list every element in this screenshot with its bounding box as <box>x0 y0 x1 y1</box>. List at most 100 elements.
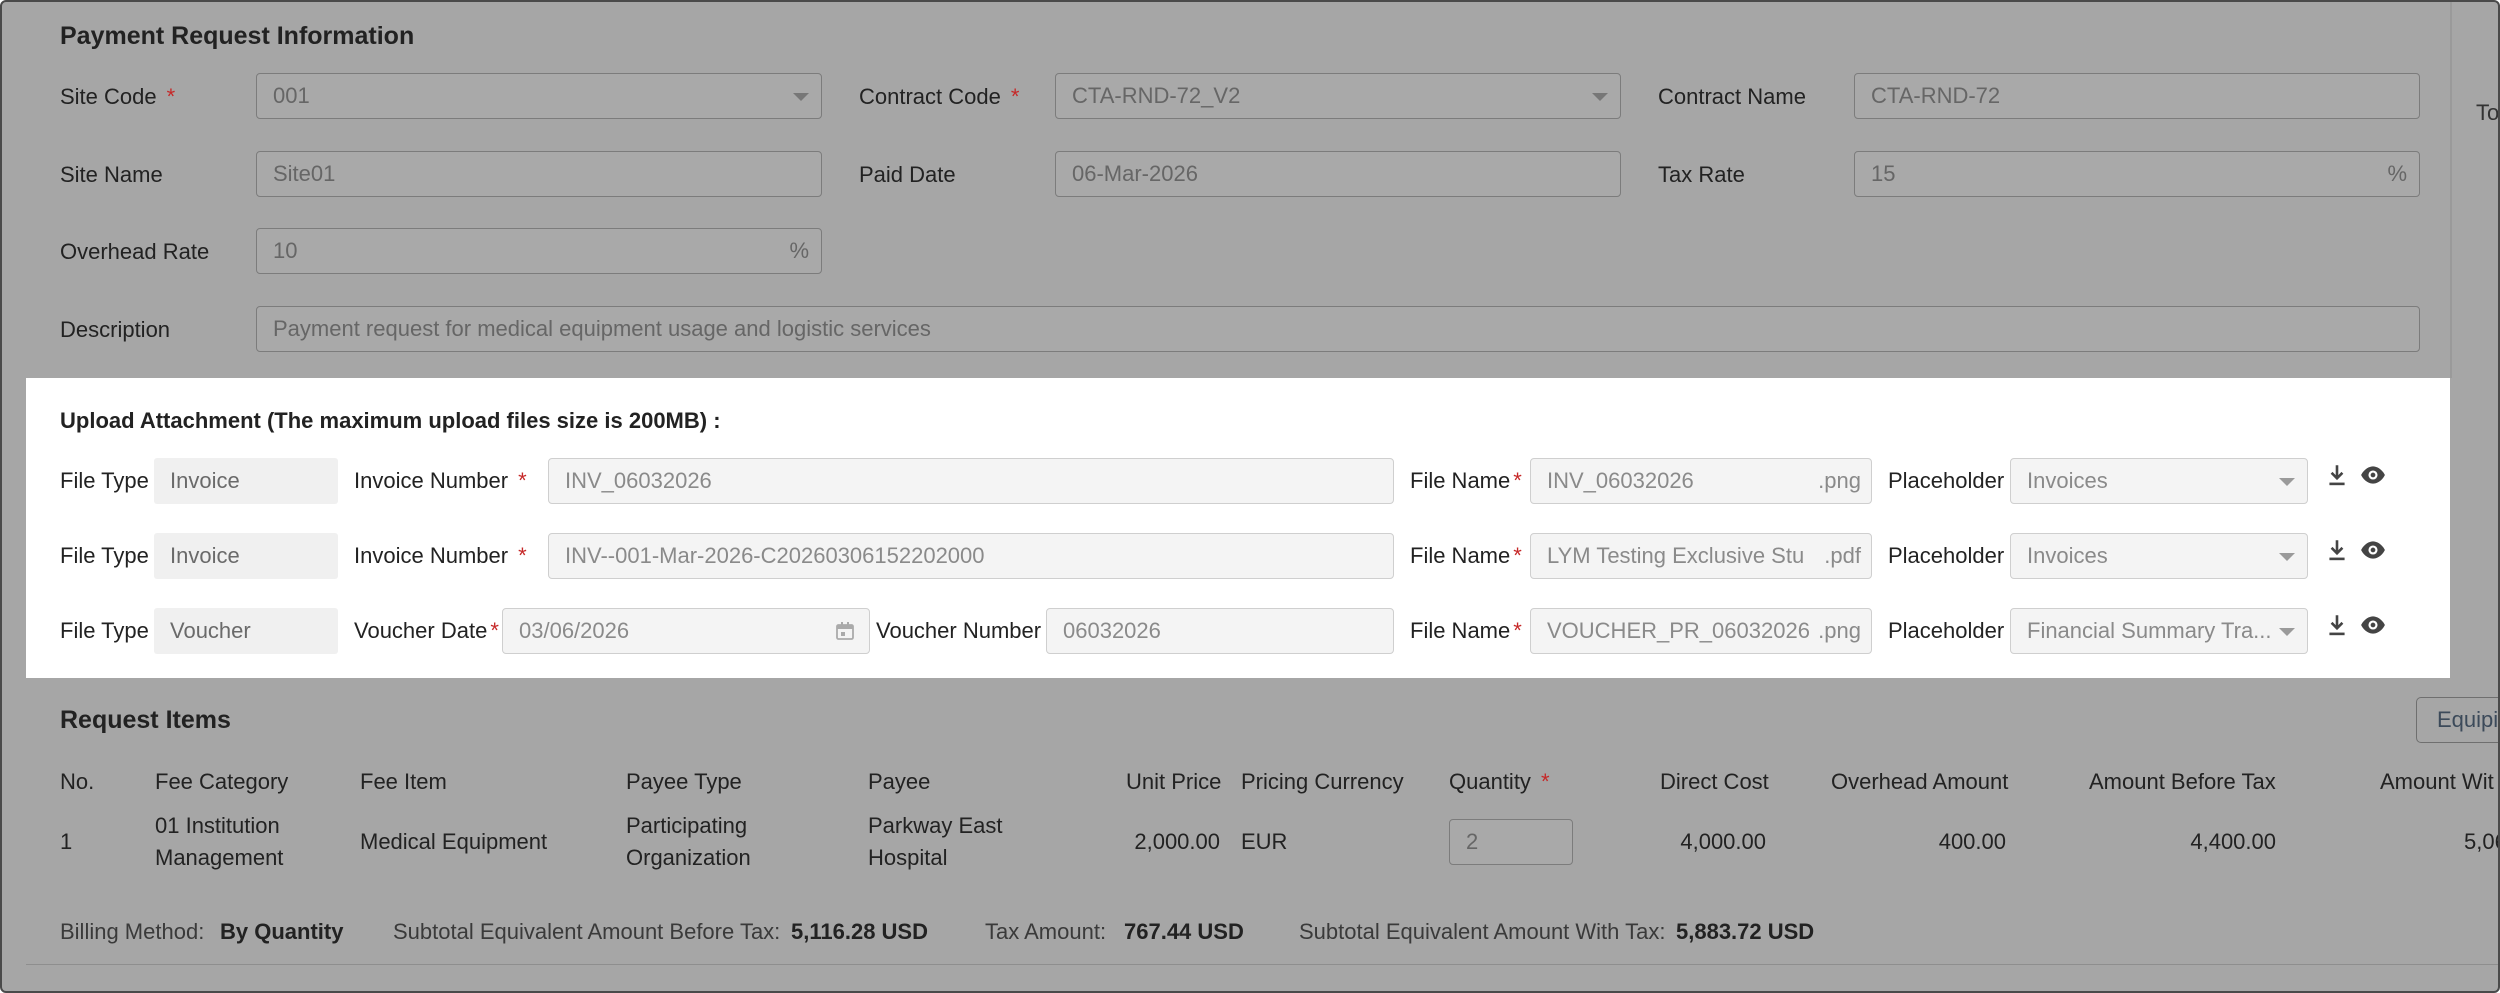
file-name-input[interactable]: LYM Testing Exclusive Stu .pdf <box>1530 533 1872 579</box>
contract-code-select[interactable]: CTA-RND-72_V2 <box>1055 73 1621 119</box>
col-quantity: Quantity * <box>1449 769 1550 794</box>
cell-payee-type: Participating Organization <box>626 813 751 870</box>
cell-unit-price: 2,000.00 <box>1134 829 1220 854</box>
file-extension: .png <box>1814 609 1861 653</box>
subtotal-with-tax-label: Subtotal Equivalent Amount With Tax: <box>1299 919 1666 944</box>
voucher-number-label: Voucher Number <box>876 618 1042 643</box>
file-name-label: File Name * <box>1410 618 1522 643</box>
site-name-field[interactable]: Site01 <box>256 151 822 197</box>
percent-suffix: % <box>789 238 809 263</box>
equipment-button[interactable]: Equipi <box>2416 697 2498 743</box>
chevron-down-icon <box>793 93 809 101</box>
file-extension: .pdf <box>1820 534 1861 578</box>
voucher-date-label: Voucher Date * <box>354 618 499 643</box>
upload-attachment-panel: Upload Attachment (The maximum upload fi… <box>26 378 2450 678</box>
chevron-down-icon <box>2279 628 2295 636</box>
cell-no: 1 <box>60 829 73 854</box>
eye-icon[interactable] <box>2360 537 2386 563</box>
billing-method-label: Billing Method: <box>60 919 205 944</box>
file-type-value: Invoice <box>154 458 338 504</box>
file-name-input[interactable]: VOUCHER_PR_06032026 .png <box>1530 608 1872 654</box>
col-fee-item: Fee Item <box>360 769 447 794</box>
right-panel-text: To <box>2476 100 2500 125</box>
subtotal-before-tax-label: Subtotal Equivalent Amount Before Tax: <box>393 919 781 944</box>
eye-icon[interactable] <box>2360 612 2386 638</box>
contract-code-label: Contract Code * <box>859 84 1020 109</box>
invoice-number-input[interactable]: INV_06032026 <box>548 458 1394 504</box>
paid-date-field[interactable]: 06-Mar-2026 <box>1055 151 1621 197</box>
site-code-label: Site Code * <box>60 84 176 109</box>
file-extension: .png <box>1814 459 1861 503</box>
paid-date-label: Paid Date <box>859 162 956 187</box>
percent-suffix: % <box>2387 161 2407 186</box>
col-payee-type: Payee Type <box>626 769 742 794</box>
eye-icon[interactable] <box>2360 462 2386 488</box>
chevron-down-icon <box>1592 93 1608 101</box>
cell-payee: Parkway East Hospital <box>868 813 1003 870</box>
calendar-icon[interactable] <box>835 621 855 641</box>
subtotal-before-tax-value: 5,116.28 USD <box>791 919 928 944</box>
billing-method-value: By Quantity <box>220 919 344 944</box>
col-payee: Payee <box>868 769 931 794</box>
upload-title: Upload Attachment (The maximum upload fi… <box>60 408 721 433</box>
cell-direct-cost: 4,000.00 <box>1680 829 1766 854</box>
col-amount-before-tax: Amount Before Tax <box>2089 769 2276 794</box>
chevron-down-icon <box>2279 478 2295 486</box>
col-overhead-amount: Overhead Amount <box>1831 769 2009 794</box>
col-direct-cost: Direct Cost <box>1660 769 1769 794</box>
overhead-rate-label: Overhead Rate <box>60 239 210 264</box>
app-window: Payment Request Information Site Code * 0… <box>0 0 2500 993</box>
tax-amount-value: 767.44 USD <box>1124 919 1244 944</box>
contract-name-field[interactable]: CTA-RND-72 <box>1854 73 2420 119</box>
cell-fee-category: 01 Institution Management <box>155 813 284 870</box>
file-name-input[interactable]: INV_06032026 .png <box>1530 458 1872 504</box>
voucher-number-input[interactable]: 06032026 <box>1046 608 1394 654</box>
file-name-label: File Name * <box>1410 543 1522 568</box>
cell-amount-with-tax: 5,06 <box>2464 829 2498 854</box>
file-name-label: File Name * <box>1410 468 1522 493</box>
invoice-number-input[interactable]: INV--001-Mar-2026-C20260306152202000 <box>548 533 1394 579</box>
file-type-label: File Type <box>60 468 149 493</box>
col-unit-price: Unit Price <box>1126 769 1222 794</box>
placeholder-select[interactable]: Financial Summary Tra... <box>2010 608 2308 654</box>
file-type-label: File Type <box>60 618 149 643</box>
bottom-divider <box>26 964 2498 965</box>
payment-info-title: Payment Request Information <box>60 22 415 50</box>
placeholder-select[interactable]: Invoices <box>2010 458 2308 504</box>
invoice-number-label: Invoice Number * <box>354 468 527 493</box>
col-amount-with-tax: Amount Wit <box>2380 769 2494 794</box>
site-name-label: Site Name <box>60 162 163 187</box>
placeholder-label: Placeholder <box>1888 618 2005 643</box>
tax-amount-label: Tax Amount: <box>985 919 1107 944</box>
quantity-input[interactable]: 2 <box>1449 819 1573 865</box>
file-type-value: Voucher <box>154 608 338 654</box>
cell-fee-item: Medical Equipment <box>360 829 548 854</box>
download-icon[interactable] <box>2324 462 2350 488</box>
subtotal-with-tax-value: 5,883.72 USD <box>1676 919 1815 944</box>
file-type-label: File Type <box>60 543 149 568</box>
file-type-value: Invoice <box>154 533 338 579</box>
request-items-title: Request Items <box>60 706 231 734</box>
placeholder-label: Placeholder <box>1888 468 2005 493</box>
panel-divider <box>2450 2 2452 378</box>
tax-rate-label: Tax Rate <box>1658 162 1745 187</box>
chevron-down-icon <box>2279 553 2295 561</box>
placeholder-label: Placeholder <box>1888 543 2005 568</box>
voucher-date-input[interactable]: 03/06/2026 <box>502 608 870 654</box>
cell-currency: EUR <box>1241 829 1288 854</box>
download-icon[interactable] <box>2324 612 2350 638</box>
invoice-number-label: Invoice Number * <box>354 543 527 568</box>
cell-amount-before-tax: 4,400.00 <box>2190 829 2276 854</box>
tax-rate-field[interactable]: 15% <box>1854 151 2420 197</box>
download-icon[interactable] <box>2324 537 2350 563</box>
cell-overhead-amount: 400.00 <box>1938 829 2006 854</box>
description-label: Description <box>60 317 171 342</box>
col-fee-category: Fee Category <box>155 769 289 794</box>
site-code-select[interactable]: 001 <box>256 73 822 119</box>
overhead-rate-field[interactable]: 10% <box>256 228 822 274</box>
placeholder-select[interactable]: Invoices <box>2010 533 2308 579</box>
description-field[interactable]: Payment request for medical equipment us… <box>256 306 2420 352</box>
col-pricing-currency: Pricing Currency <box>1241 769 1404 794</box>
col-no: No. <box>60 769 95 794</box>
contract-name-label: Contract Name <box>1658 84 1806 109</box>
